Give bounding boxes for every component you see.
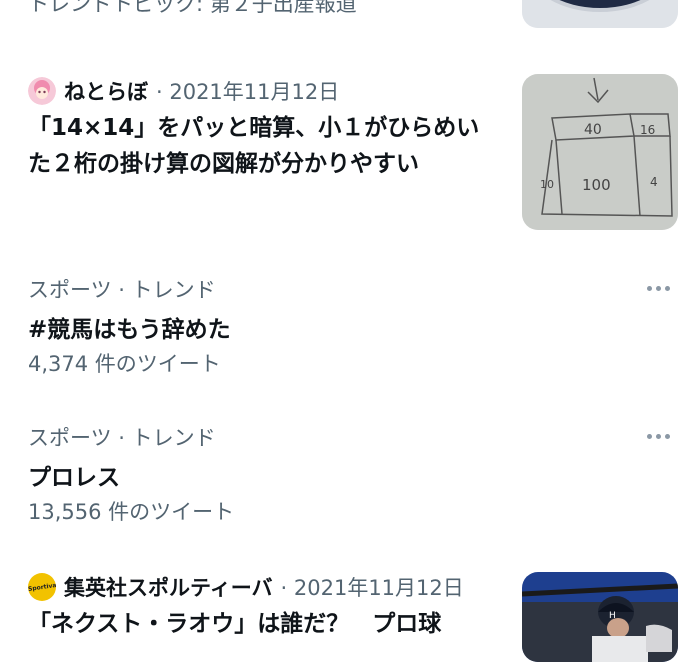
trend-title[interactable]: プロレス bbox=[28, 458, 120, 492]
svg-text:H: H bbox=[609, 611, 616, 621]
source-avatar: Sportiva bbox=[28, 573, 56, 601]
news-date: · 2021年11月12日 bbox=[156, 80, 340, 104]
source-avatar bbox=[28, 77, 56, 105]
news-item[interactable]: ねとらぼ · 2021年11月12日 「14×14」をパッと暗算、小１がひらめい… bbox=[0, 72, 680, 232]
trend-category: スポーツ · トレンド bbox=[28, 426, 216, 450]
diagram-number: 40 bbox=[584, 122, 602, 138]
handwritten-diagram-image: 40 16 100 10 4 bbox=[522, 74, 678, 230]
news-headline[interactable]: 「ネクスト・ラオウ」は誰だ？ プロ球 bbox=[28, 606, 498, 642]
sportiva-logo: Sportiva bbox=[28, 581, 56, 593]
baseball-player-image: H bbox=[522, 572, 678, 662]
more-options-icon[interactable] bbox=[647, 286, 670, 291]
emblem-image: ERATIONS SC bbox=[522, 0, 678, 28]
news-thumbnail[interactable]: 40 16 100 10 4 bbox=[522, 74, 678, 230]
news-thumbnail-partial[interactable]: ERATIONS SC bbox=[522, 0, 678, 28]
source-name: 集英社スポルティーバ bbox=[64, 576, 273, 600]
news-date: · 2021年11月12日 bbox=[280, 576, 464, 600]
trend-tweet-count: 13,556 件のツイート bbox=[28, 500, 235, 524]
trend-item[interactable]: スポーツ · トレンド プロレス 13,556 件のツイート bbox=[0, 418, 680, 528]
partial-text: トレンドトピック: 第２子出産報道 bbox=[28, 0, 357, 16]
diagram-number: 100 bbox=[582, 176, 611, 194]
news-headline[interactable]: 「14×14」をパッと暗算、小１がひらめいた２桁の掛け算の図解が分かりやすい bbox=[28, 110, 490, 182]
diagram-number: 4 bbox=[650, 175, 658, 189]
news-thumbnail[interactable]: H bbox=[522, 572, 678, 662]
news-source-line: Sportiva 集英社スポルティーバ · 2021年11月12日 bbox=[28, 572, 464, 602]
more-options-icon[interactable] bbox=[647, 434, 670, 439]
diagram-number: 10 bbox=[540, 178, 554, 191]
news-item[interactable]: Sportiva 集英社スポルティーバ · 2021年11月12日 「ネクスト・… bbox=[0, 568, 680, 662]
trend-item[interactable]: スポーツ · トレンド #競馬はもう辞めた 4,374 件のツイート bbox=[0, 270, 680, 380]
news-item-partial[interactable]: トレンドトピック: 第２子出産報道 ERATIONS SC bbox=[0, 0, 680, 28]
diagram-number: 16 bbox=[640, 123, 655, 137]
trend-tweet-count: 4,374 件のツイート bbox=[28, 352, 221, 376]
trend-title[interactable]: #競馬はもう辞めた bbox=[28, 310, 231, 344]
source-name: ねとらぼ bbox=[64, 80, 148, 104]
trend-category: スポーツ · トレンド bbox=[28, 278, 216, 302]
anime-avatar-icon bbox=[28, 77, 56, 105]
news-source-line: ねとらぼ · 2021年11月12日 bbox=[28, 76, 339, 106]
